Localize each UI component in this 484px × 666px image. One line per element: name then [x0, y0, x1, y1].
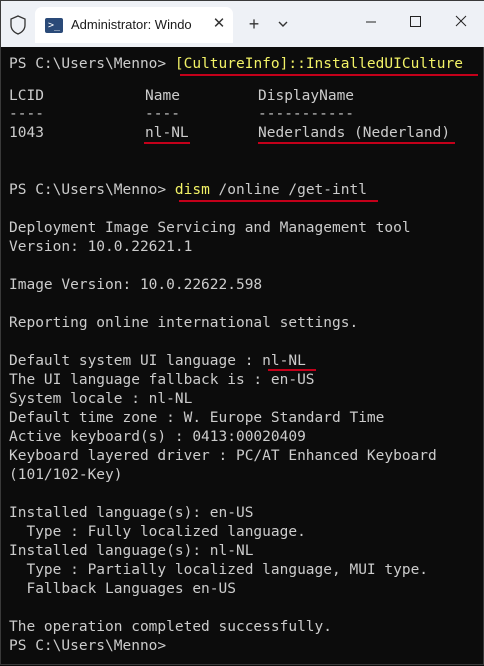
output-line: Deployment Image Servicing and Managemen… [9, 220, 411, 236]
output-line: Image Version: 10.0.22622.598 [9, 277, 263, 293]
output-line: Installed language(s): en-US [9, 505, 254, 521]
output-line: Reporting online international settings. [9, 315, 359, 331]
tab-administrator[interactable]: >_ Administrator: Windo ✕ [35, 7, 233, 43]
chevron-down-icon[interactable] [273, 14, 293, 34]
table-separator: ---- [145, 106, 180, 122]
annotation-underline [180, 74, 478, 76]
output-line: Default time zone : W. Europe Standard T… [9, 410, 385, 426]
annotation-underline [179, 200, 378, 202]
command-text: [CultureInfo]::InstalledUICulture [174, 56, 463, 72]
command-text: dism [174, 182, 210, 198]
close-window-button[interactable] [438, 1, 484, 41]
annotation-underline [144, 142, 190, 144]
close-tab-button[interactable]: ✕ [209, 14, 229, 34]
maximize-button[interactable] [393, 1, 439, 41]
command-args: /online /get-intl [209, 182, 367, 198]
output-line: Type : Partially localized language, MUI… [9, 562, 429, 578]
minimize-button[interactable] [348, 1, 394, 41]
powershell-icon: >_ [45, 18, 63, 33]
output-line: Version: 10.0.22621.1 [9, 239, 193, 255]
output-line: Default system UI language : nl-NL [9, 353, 306, 369]
table-cell-displayname: Nederlands (Nederland) [258, 125, 451, 141]
shield-icon [10, 15, 26, 35]
output-line: Fallback Languages en-US [9, 581, 236, 597]
title-bar[interactable]: >_ Administrator: Windo ✕ + [1, 1, 484, 47]
prompt: PS C:\Users\Menno> [9, 56, 175, 72]
tab-title: Administrator: Windo [71, 17, 192, 32]
table-header-displayname: DisplayName [258, 88, 355, 104]
terminal-window: >_ Administrator: Windo ✕ + PS C:\Users\… [0, 0, 484, 665]
table-cell-lcid: 1043 [9, 125, 44, 141]
table-header-name: Name [145, 88, 180, 104]
command-line-2: PS C:\Users\Menno> dism /online /get-int… [9, 181, 367, 200]
table-header-lcid: LCID [9, 88, 44, 104]
output-line: (101/102-Key) [9, 467, 123, 483]
output-line: Active keyboard(s) : 0413:00020409 [9, 429, 306, 445]
command-line-1: PS C:\Users\Menno> [CultureInfo]::Instal… [9, 55, 463, 74]
terminal-output[interactable]: PS C:\Users\Menno> [CultureInfo]::Instal… [1, 47, 484, 666]
output-line: Keyboard layered driver : PC/AT Enhanced… [9, 448, 437, 464]
table-separator: ----------- [258, 106, 355, 122]
prompt: PS C:\Users\Menno> [9, 182, 175, 198]
output-line: The operation completed successfully. [9, 619, 333, 635]
annotation-underline [258, 142, 455, 144]
output-line: The UI language fallback is : en-US [9, 372, 315, 388]
output-line: System locale : nl-NL [9, 391, 193, 407]
table-cell-name: nl-NL [145, 125, 189, 141]
output-line: Installed language(s): nl-NL [9, 543, 254, 559]
new-tab-button[interactable]: + [243, 13, 265, 35]
prompt-line[interactable]: PS C:\Users\Menno> [9, 637, 166, 656]
table-separator: ---- [9, 106, 44, 122]
output-line: Type : Fully localized language. [9, 524, 306, 540]
